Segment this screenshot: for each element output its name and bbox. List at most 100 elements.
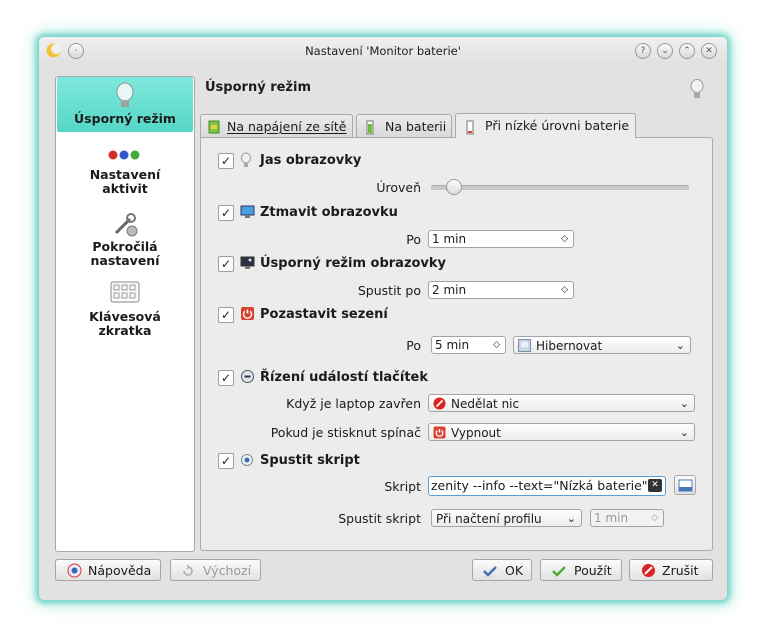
run-when-select[interactable]: Při načtení profilu ⌄	[431, 509, 582, 527]
dim-after-spinbox[interactable]: 1 min ◇	[428, 230, 574, 248]
tab-label: Při nízké úrovni baterie	[485, 118, 630, 133]
sidebar-item-advanced[interactable]: Pokročilá nastavení	[57, 209, 193, 268]
sidebar-item-label: Klávesová zkratka	[89, 309, 161, 338]
screensaver-icon	[240, 256, 255, 269]
lightbulb-icon	[241, 152, 251, 167]
spinbox-value: 1 min	[432, 232, 467, 246]
battery-icon	[366, 120, 374, 135]
browse-button[interactable]	[674, 475, 696, 495]
brightness-label: Jas obrazovky	[260, 153, 362, 168]
cancel-button[interactable]: Zrušit	[629, 559, 713, 581]
button-label: Zrušit	[662, 563, 699, 578]
tab-battery[interactable]: Na baterii	[356, 114, 452, 137]
chevron-down-icon: ⌄	[679, 426, 689, 439]
tab-ac-power[interactable]: Na napájení ze sítě	[200, 114, 353, 137]
spinbox-value: 5 min	[435, 338, 470, 352]
suspend-after-spinbox[interactable]: 5 min ◇	[431, 336, 506, 354]
settings-window: · Nastavení 'Monitor baterie' ? ⌄ ⌃ ✕ Ús…	[39, 37, 727, 600]
select-value: Vypnout	[451, 426, 501, 440]
tab-label: Na napájení ze sítě	[227, 119, 347, 134]
dim-screen-checkbox[interactable]: ✓	[218, 205, 234, 221]
dim-screen-label: Ztmavit obrazovku	[260, 205, 398, 220]
activities-icon	[108, 150, 140, 160]
tab-panel: ✓ Jas obrazovky Úroveň ✓ Ztmavit obrazov…	[200, 137, 713, 551]
updown-icon[interactable]: ◇	[493, 337, 500, 354]
button-label: Použít	[574, 563, 612, 578]
check-icon	[483, 566, 497, 577]
power-button-select[interactable]: Vypnout ⌄	[428, 423, 695, 441]
page-title: Úsporný režim	[205, 80, 311, 95]
suspend-after-label: Po	[406, 338, 421, 353]
power-icon	[433, 426, 446, 439]
plug-icon	[208, 120, 220, 134]
button-events-checkbox[interactable]: ✓	[218, 370, 234, 386]
sidebar-item-activities[interactable]: Nastavení aktivit	[57, 149, 193, 196]
defaults-button[interactable]: Výchozí	[170, 559, 261, 581]
check-icon	[552, 566, 566, 577]
brightness-slider[interactable]	[431, 179, 689, 195]
sidebar-item-label: Nastavení aktivit	[89, 167, 161, 196]
screensaver-start-spinbox[interactable]: 2 min ◇	[428, 281, 574, 299]
suspend-checkbox[interactable]: ✓	[218, 307, 234, 323]
help-button[interactable]: Nápověda	[55, 559, 161, 581]
button-events-label: Řízení událostí tlačítek	[260, 370, 429, 385]
slider-handle[interactable]	[445, 179, 462, 195]
updown-icon[interactable]: ◇	[651, 510, 658, 527]
script-label: Skript	[384, 479, 421, 494]
gear-icon	[241, 454, 253, 466]
open-file-icon	[678, 479, 693, 492]
dim-after-label: Po	[406, 232, 421, 247]
level-label: Úroveň	[376, 180, 421, 195]
window-title: Nastavení 'Monitor baterie'	[305, 44, 461, 58]
apply-button[interactable]: Použít	[540, 559, 622, 581]
screensaver-checkbox[interactable]: ✓	[218, 256, 234, 272]
title-bar[interactable]: · Nastavení 'Monitor baterie' ? ⌄ ⌃ ✕	[39, 37, 727, 65]
select-value: Při načtení profilu	[436, 512, 542, 526]
button-label: Nápověda	[88, 563, 152, 578]
help-icon	[67, 563, 82, 578]
chevron-down-icon: ⌄	[679, 397, 689, 410]
clear-icon[interactable]: ✕	[648, 479, 662, 492]
sidebar-item-label: Úsporný režim	[74, 111, 176, 126]
updown-icon[interactable]: ◇	[561, 231, 568, 248]
button-events-icon	[241, 370, 254, 383]
help-window-button[interactable]: ?	[635, 43, 651, 59]
chevron-down-icon: ⌄	[675, 339, 685, 352]
button-label: OK	[505, 563, 524, 578]
monitor-icon	[240, 205, 255, 218]
run-script-label: Spustit skript	[260, 453, 360, 468]
ok-button[interactable]: OK	[472, 559, 532, 581]
sidebar-item-label: Pokročilá nastavení	[90, 239, 160, 268]
lid-closed-select[interactable]: Nedělat nic ⌄	[428, 394, 695, 412]
screensaver-label: Úsporný režim obrazovky	[260, 256, 447, 271]
cancel-icon	[433, 397, 446, 410]
keyboard-icon	[110, 281, 140, 303]
run-when-label: Spustit skript	[338, 511, 421, 526]
script-value: zenity --info --text="Nízká baterie"	[431, 478, 648, 493]
spinbox-value: 2 min	[432, 283, 467, 297]
sidebar-item-shortcut[interactable]: Klávesová zkratka	[57, 281, 193, 338]
battery-low-icon	[466, 120, 474, 135]
reset-icon	[183, 564, 193, 576]
suspend-label: Pozastavit sezení	[260, 307, 388, 322]
brightness-checkbox[interactable]: ✓	[218, 153, 234, 169]
maximize-button[interactable]: ⌃	[679, 43, 695, 59]
run-delay-spinbox[interactable]: 1 min ◇	[590, 509, 664, 527]
script-input[interactable]: zenity --info --text="Nízká baterie" ✕	[428, 476, 666, 496]
chevron-down-icon: ⌄	[566, 512, 576, 525]
suspend-method-select[interactable]: Hibernovat ⌄	[513, 336, 691, 354]
select-value: Nedělat nic	[451, 397, 520, 411]
sidebar-item-power-saving[interactable]: Úsporný režim	[57, 77, 193, 132]
lightbulb-icon	[116, 82, 134, 107]
button-label: Výchozí	[203, 563, 252, 578]
power-button-label: Pokud je stisknut spínač	[270, 425, 421, 440]
close-button[interactable]: ✕	[701, 43, 717, 59]
lid-closed-label: Když je laptop zavřen	[286, 396, 421, 411]
run-script-checkbox[interactable]: ✓	[218, 453, 234, 469]
power-icon	[241, 307, 254, 320]
tab-low-battery[interactable]: Při nízké úrovni baterie	[455, 113, 636, 138]
lightbulb-icon	[690, 79, 704, 98]
slider-track	[431, 185, 689, 190]
updown-icon[interactable]: ◇	[561, 282, 568, 299]
minimize-button[interactable]: ⌄	[657, 43, 673, 59]
